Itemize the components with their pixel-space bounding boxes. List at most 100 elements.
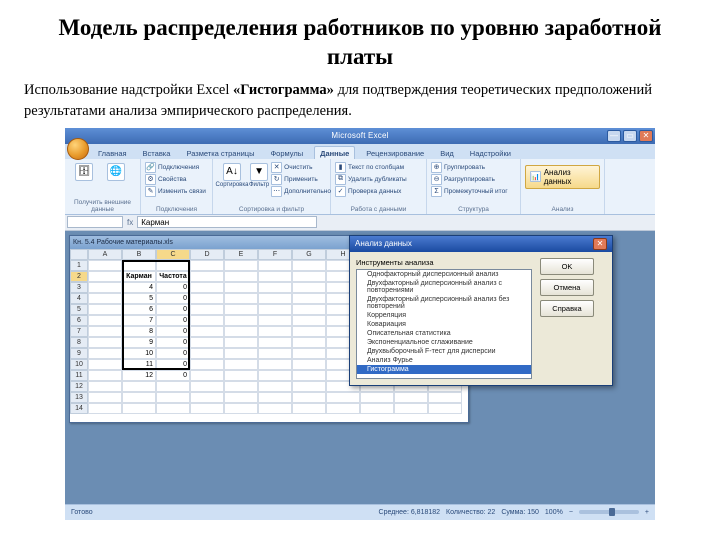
maximize-button[interactable]: ▭ <box>623 130 637 142</box>
row-9[interactable]: 9 <box>70 348 88 359</box>
tab-insert[interactable]: Вставка <box>138 147 176 159</box>
cell-B4[interactable]: 5 <box>122 293 156 304</box>
cell-C11[interactable]: 0 <box>156 370 190 381</box>
col-A[interactable]: A <box>88 249 122 260</box>
cell-E1[interactable] <box>224 260 258 271</box>
cell-F11[interactable] <box>258 370 292 381</box>
reapply-filter[interactable]: ↻Применить <box>271 174 331 185</box>
cell-F14[interactable] <box>258 403 292 414</box>
cell-C2[interactable]: Частота <box>156 271 190 282</box>
row-8[interactable]: 8 <box>70 337 88 348</box>
cell-H13[interactable] <box>326 392 360 403</box>
cell-E11[interactable] <box>224 370 258 381</box>
cell-B11[interactable]: 12 <box>122 370 156 381</box>
cell-C6[interactable]: 0 <box>156 315 190 326</box>
cell-C13[interactable] <box>156 392 190 403</box>
cell-E2[interactable] <box>224 271 258 282</box>
col-C[interactable]: C <box>156 249 190 260</box>
cell-E13[interactable] <box>224 392 258 403</box>
analysis-tool-item[interactable]: Ковариация <box>357 320 531 329</box>
cell-G13[interactable] <box>292 392 326 403</box>
cell-C7[interactable]: 0 <box>156 326 190 337</box>
row-14[interactable]: 14 <box>70 403 88 414</box>
cell-E10[interactable] <box>224 359 258 370</box>
cell-G9[interactable] <box>292 348 326 359</box>
cell-G7[interactable] <box>292 326 326 337</box>
cell-B14[interactable] <box>122 403 156 414</box>
cell-B9[interactable]: 10 <box>122 348 156 359</box>
cell-D7[interactable] <box>190 326 224 337</box>
cell-G1[interactable] <box>292 260 326 271</box>
cell-A14[interactable] <box>88 403 122 414</box>
cell-E12[interactable] <box>224 381 258 392</box>
cell-D10[interactable] <box>190 359 224 370</box>
cell-G14[interactable] <box>292 403 326 414</box>
col-E[interactable]: E <box>224 249 258 260</box>
analysis-tool-item[interactable]: Двухфакторный дисперсионный анализ с пов… <box>357 279 531 295</box>
row-3[interactable]: 3 <box>70 282 88 293</box>
cell-D13[interactable] <box>190 392 224 403</box>
cell-I14[interactable] <box>360 403 394 414</box>
cell-E9[interactable] <box>224 348 258 359</box>
cell-G6[interactable] <box>292 315 326 326</box>
cell-E8[interactable] <box>224 337 258 348</box>
close-button[interactable]: ✕ <box>639 130 653 142</box>
cell-A12[interactable] <box>88 381 122 392</box>
row-6[interactable]: 6 <box>70 315 88 326</box>
fx-icon[interactable]: fx <box>127 218 133 227</box>
cell-E4[interactable] <box>224 293 258 304</box>
cell-B12[interactable] <box>122 381 156 392</box>
cell-A1[interactable] <box>88 260 122 271</box>
cell-C3[interactable]: 0 <box>156 282 190 293</box>
ungroup-rows[interactable]: ⊖Разгруппировать <box>431 174 516 185</box>
minimize-button[interactable]: — <box>607 130 621 142</box>
cell-H14[interactable] <box>326 403 360 414</box>
row-2[interactable]: 2 <box>70 271 88 282</box>
cell-E6[interactable] <box>224 315 258 326</box>
cell-F13[interactable] <box>258 392 292 403</box>
cell-B6[interactable]: 7 <box>122 315 156 326</box>
zoom-slider[interactable] <box>579 510 639 514</box>
cell-B10[interactable]: 11 <box>122 359 156 370</box>
cell-G3[interactable] <box>292 282 326 293</box>
cell-C9[interactable]: 0 <box>156 348 190 359</box>
analysis-tool-item[interactable]: Двухвыборочный F-тест для дисперсии <box>357 347 531 356</box>
tab-formulas[interactable]: Формулы <box>265 147 308 159</box>
cell-B8[interactable]: 9 <box>122 337 156 348</box>
cell-A5[interactable] <box>88 304 122 315</box>
col-G[interactable]: G <box>292 249 326 260</box>
cell-C10[interactable]: 0 <box>156 359 190 370</box>
cell-D4[interactable] <box>190 293 224 304</box>
tab-layout[interactable]: Разметка страницы <box>181 147 259 159</box>
cell-B7[interactable]: 8 <box>122 326 156 337</box>
cell-F3[interactable] <box>258 282 292 293</box>
dialog-close-button[interactable]: ✕ <box>593 238 607 250</box>
cell-A3[interactable] <box>88 282 122 293</box>
cell-B5[interactable]: 6 <box>122 304 156 315</box>
data-analysis-button[interactable]: 📊 Анализ данных <box>525 165 600 189</box>
cell-D9[interactable] <box>190 348 224 359</box>
remove-dup[interactable]: ⧉Удалить дубликаты <box>335 174 422 185</box>
cell-G4[interactable] <box>292 293 326 304</box>
cell-F12[interactable] <box>258 381 292 392</box>
cell-D14[interactable] <box>190 403 224 414</box>
cell-B2[interactable]: Карман <box>122 271 156 282</box>
analysis-tool-item[interactable]: Гистограмма <box>357 365 531 374</box>
zoom-in[interactable]: + <box>645 509 649 516</box>
cell-C5[interactable]: 0 <box>156 304 190 315</box>
cell-C4[interactable]: 0 <box>156 293 190 304</box>
analysis-tool-item[interactable]: Описательная статистика <box>357 329 531 338</box>
cell-D8[interactable] <box>190 337 224 348</box>
row-1[interactable]: 1 <box>70 260 88 271</box>
cell-A2[interactable] <box>88 271 122 282</box>
cell-A6[interactable] <box>88 315 122 326</box>
cell-K14[interactable] <box>428 403 462 414</box>
cell-J14[interactable] <box>394 403 428 414</box>
cell-D2[interactable] <box>190 271 224 282</box>
cell-F10[interactable] <box>258 359 292 370</box>
cell-A9[interactable] <box>88 348 122 359</box>
row-7[interactable]: 7 <box>70 326 88 337</box>
col-B[interactable]: B <box>122 249 156 260</box>
row-13[interactable]: 13 <box>70 392 88 403</box>
cell-F9[interactable] <box>258 348 292 359</box>
